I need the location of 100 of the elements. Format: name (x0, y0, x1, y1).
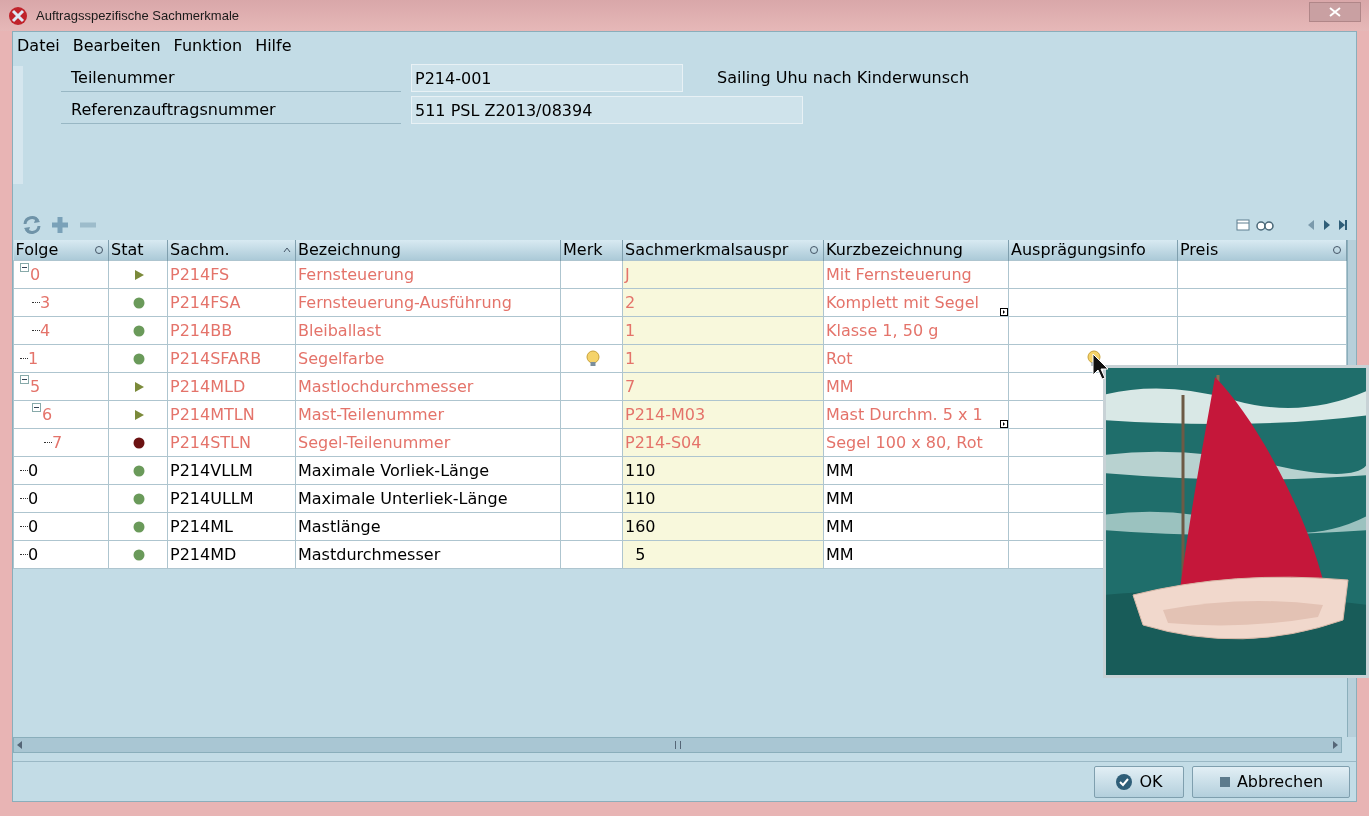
table-cell-text: Mit Fernsteuerung (826, 263, 972, 286)
column-option-icon[interactable] (94, 245, 104, 255)
cancel-button[interactable]: Abbrechen (1192, 765, 1350, 798)
table-cell-text: MM (826, 487, 854, 510)
columns-icon[interactable] (1236, 219, 1250, 231)
sequence-number: 0 (28, 487, 39, 510)
column-header[interactable]: Sachm. (170, 240, 230, 260)
table-cell-text: P214VLLM (170, 459, 253, 482)
column-header[interactable]: Merk (563, 240, 603, 260)
table-cell-text: Mastlochdurchmesser (298, 375, 474, 398)
table-cell-text: Fernsteuerung (298, 263, 415, 286)
table-cell-text: P214-M03 (625, 403, 706, 426)
table-cell-text: Segelfarbe (298, 347, 385, 370)
window-title: Auftragsspezifische Sachmerkmale (36, 6, 240, 25)
table-cell-text: Mastdurchmesser (298, 543, 441, 566)
table-cell-text: Mastlänge (298, 515, 381, 538)
column-header[interactable]: Kurzbezeichnung (826, 240, 963, 260)
input-field[interactable]: 511 PSL Z2013/08394 (411, 96, 803, 124)
table-cell-text: P214MLD (170, 375, 246, 398)
menu-item[interactable]: Datei (17, 34, 60, 58)
square-icon (1218, 775, 1231, 788)
close-icon (1329, 6, 1341, 17)
more-text-icon[interactable] (1000, 308, 1008, 316)
column-option-icon[interactable] (1332, 245, 1342, 255)
column-header[interactable]: Ausprägungsinfo (1011, 240, 1146, 260)
column-header[interactable]: Sachmerkmalsauspr (625, 240, 789, 260)
table-cell-text: MM (826, 543, 854, 566)
check-icon (1115, 772, 1134, 791)
table-cell-text: P214ML (170, 515, 233, 538)
table-cell-text: Mast Durchm. 5 x 1 (826, 403, 983, 426)
sequence-number: 4 (40, 319, 51, 342)
table-cell-text: 2 (625, 291, 636, 314)
scroll-left-icon[interactable] (16, 740, 24, 750)
table-cell-text: P214BB (170, 319, 233, 342)
table-cell-text: J (625, 263, 630, 286)
column-header[interactable]: Stat (111, 240, 144, 260)
sort-ascending-icon[interactable] (283, 247, 291, 253)
table-cell-text: Komplett mit Segel (826, 291, 979, 314)
scroll-track[interactable] (13, 66, 23, 184)
sequence-number: 5 (30, 375, 41, 398)
table-cell-text: P214-S04 (625, 431, 702, 454)
table-cell-text: Maximale Vorliek-Länge (298, 459, 489, 482)
sequence-number: 0 (28, 459, 39, 482)
table-cell-text: P214MD (170, 543, 237, 566)
table-cell-text: Rot (826, 347, 853, 370)
table-cell-text: MM (826, 515, 854, 538)
sequence-number: 7 (52, 431, 63, 454)
table-cell-text: 110 (625, 487, 656, 510)
column-header[interactable]: Folge (15, 240, 59, 260)
table-cell-text: Mast-Teilenummer (298, 403, 445, 426)
field-label: Teilenummer (61, 64, 401, 92)
app-icon (8, 5, 28, 26)
table-cell-text: P214SFARB (170, 347, 262, 370)
table-cell-text: Fernsteuerung-Ausführung (298, 291, 512, 314)
table-cell-text: P214STLN (170, 431, 251, 454)
column-option-icon[interactable] (809, 245, 819, 255)
horizontal-scrollbar[interactable] (13, 737, 1342, 753)
close-button[interactable] (1309, 1, 1361, 22)
scroll-right-icon[interactable] (1331, 740, 1339, 750)
table-cell-text: 160 (625, 515, 656, 538)
table-cell-text: 1 (625, 347, 636, 370)
table-cell-text: P214FSA (170, 291, 241, 314)
table-cell-text: P214FS (170, 263, 230, 286)
more-text-icon[interactable] (1000, 420, 1008, 428)
input-field[interactable]: P214-001 (411, 64, 683, 92)
sequence-number: 0 (28, 515, 39, 538)
table-cell-text: 5 (634, 543, 646, 566)
table-cell-text: Klasse 1, 50 g (826, 319, 939, 342)
menu-item[interactable]: Funktion (173, 34, 243, 58)
sequence-number: 0 (28, 543, 39, 566)
sequence-number: 1 (28, 347, 39, 370)
table-cell-text: P214ULLM (170, 487, 254, 510)
table-cell-text: Maximale Unterliek-Länge (298, 487, 508, 510)
table-cell-text: MM (826, 459, 854, 482)
menu-item[interactable]: Bearbeiten (72, 34, 161, 58)
ok-button[interactable]: OK (1094, 765, 1184, 798)
table-cell-text: MM (826, 375, 854, 398)
table-cell-text: Bleiballast (298, 319, 381, 342)
table-cell-text: Segel-Teilenummer (298, 431, 451, 454)
table-cell-text: 7 (625, 375, 636, 398)
sequence-number: 0 (30, 263, 41, 286)
part-description: Sailing Uhu nach Kinderwunsch (717, 67, 970, 89)
table-cell-text: Segel 100 x 80, Rot (826, 431, 983, 454)
collapse-icon[interactable] (20, 263, 30, 273)
mouse-cursor-icon (1092, 353, 1110, 381)
collapse-icon[interactable] (32, 403, 42, 413)
column-header[interactable]: Bezeichnung (298, 240, 402, 260)
field-label: Referenzauftragsnummer (61, 96, 401, 124)
next-icon[interactable] (1322, 219, 1332, 231)
refresh-icon[interactable] (21, 214, 43, 236)
collapse-icon[interactable] (20, 375, 30, 385)
sequence-number: 6 (42, 403, 53, 426)
table-cell-text: 110 (625, 459, 656, 482)
last-icon[interactable] (1338, 219, 1348, 231)
sequence-number: 3 (40, 291, 51, 314)
column-header[interactable]: Preis (1180, 240, 1219, 260)
menu-item[interactable]: Hilfe (255, 34, 292, 58)
table-cell-text: 1 (625, 319, 636, 342)
binoculars-icon[interactable] (1256, 219, 1274, 231)
table-cell-text: P214MTLN (170, 403, 255, 426)
